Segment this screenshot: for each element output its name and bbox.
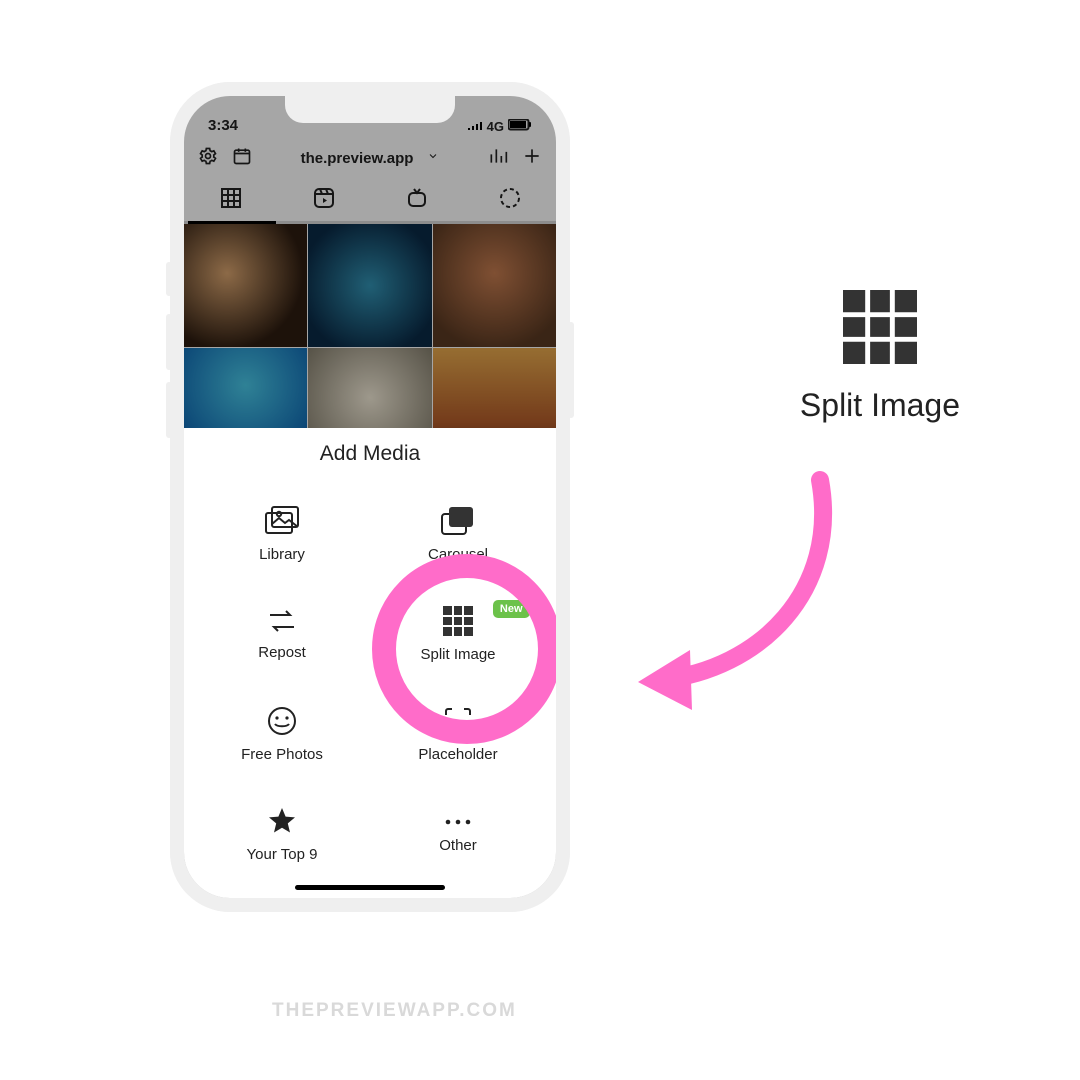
label: Split Image bbox=[420, 646, 495, 663]
repost-icon bbox=[266, 608, 298, 638]
volume-up-button bbox=[166, 314, 172, 370]
media-option-placeholder[interactable]: Placeholder bbox=[418, 706, 497, 763]
media-option-other[interactable]: Other bbox=[439, 814, 477, 854]
notch bbox=[285, 96, 455, 123]
phone-mock: 3:34 4G the.previ bbox=[170, 82, 570, 912]
sheet-title: Add Media bbox=[320, 442, 420, 466]
label: Other bbox=[439, 837, 477, 854]
new-badge: New bbox=[493, 600, 530, 618]
callout-label: Split Image bbox=[800, 387, 960, 424]
media-option-split-image[interactable]: Split Image New bbox=[420, 606, 495, 663]
more-icon bbox=[443, 814, 473, 831]
watermark: THEPREVIEWAPP.COM bbox=[272, 1000, 517, 1022]
label: Repost bbox=[258, 644, 306, 661]
carousel-icon bbox=[441, 506, 475, 540]
placeholder-icon bbox=[443, 706, 473, 740]
add-media-sheet: Add Media Library Carousel bbox=[184, 428, 556, 898]
smiley-icon bbox=[267, 706, 297, 740]
star-icon bbox=[267, 806, 297, 840]
label: Your Top 9 bbox=[247, 846, 318, 863]
callout: Split Image bbox=[800, 290, 960, 424]
label: Carousel bbox=[428, 546, 488, 563]
volume-down-button bbox=[166, 382, 172, 438]
library-icon bbox=[265, 506, 299, 540]
media-option-carousel[interactable]: Carousel bbox=[428, 506, 488, 563]
label: Placeholder bbox=[418, 746, 497, 763]
power-button bbox=[568, 322, 574, 418]
arrow-icon bbox=[620, 470, 880, 735]
split-image-icon bbox=[443, 606, 473, 640]
media-option-repost[interactable]: Repost bbox=[258, 608, 306, 661]
phone-screen: 3:34 4G the.previ bbox=[184, 96, 556, 898]
label: Library bbox=[259, 546, 305, 563]
media-option-library[interactable]: Library bbox=[259, 506, 305, 563]
home-indicator bbox=[295, 885, 445, 890]
media-option-free-photos[interactable]: Free Photos bbox=[241, 706, 323, 763]
media-option-top9[interactable]: Your Top 9 bbox=[247, 806, 318, 863]
label: Free Photos bbox=[241, 746, 323, 763]
mute-switch bbox=[166, 262, 172, 296]
split-image-icon bbox=[843, 290, 917, 369]
